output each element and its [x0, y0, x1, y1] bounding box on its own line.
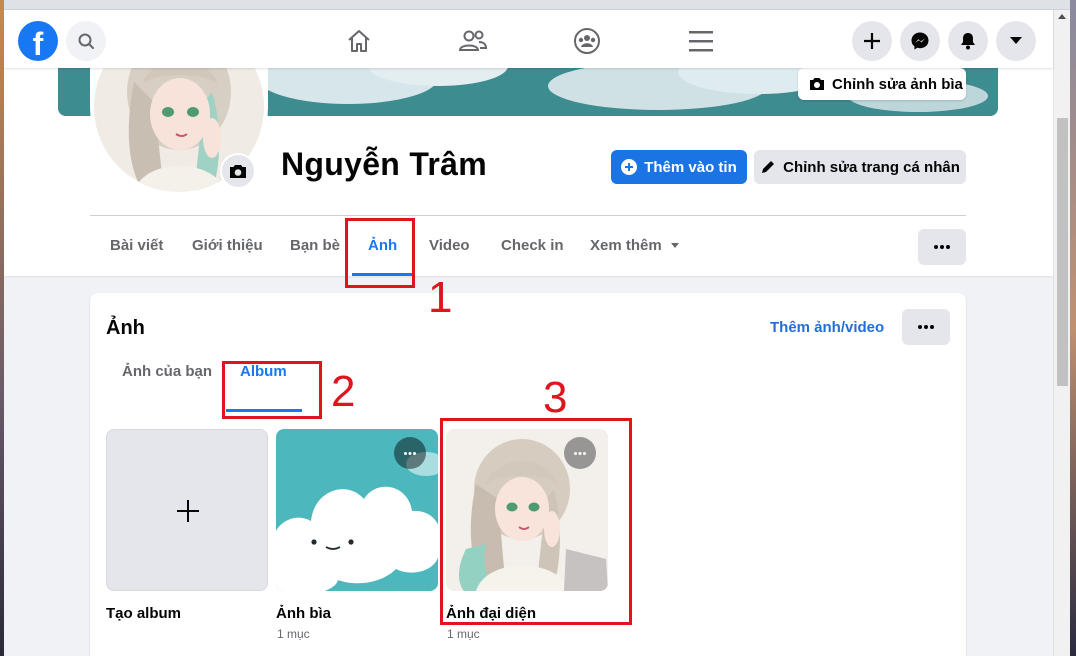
desktop-edge-right — [1070, 0, 1076, 656]
photos-more-button[interactable] — [902, 309, 950, 345]
tab-more[interactable]: Xem thêm — [574, 216, 696, 276]
annotation-number-step3: 3 — [543, 373, 568, 422]
tab-video[interactable]: Video — [413, 216, 486, 276]
home-icon — [348, 30, 370, 52]
plus-icon — [864, 33, 880, 49]
add-to-story-button[interactable]: Thêm vào tin — [611, 150, 747, 184]
vertical-scrollbar[interactable] — [1053, 10, 1070, 656]
camera-icon — [230, 165, 246, 178]
edit-cover-label: Chỉnh sửa ảnh bìa — [832, 75, 963, 93]
add-photos-link[interactable]: Thêm ảnh/video — [770, 319, 884, 336]
scroll-up-arrow-icon[interactable] — [1058, 14, 1066, 19]
edit-profile-label: Chỉnh sửa trang cá nhân — [783, 158, 960, 176]
friends-icon — [458, 30, 488, 51]
account-menu-button[interactable] — [996, 21, 1036, 61]
annotation-number-step1: 1 — [428, 273, 453, 322]
tab-about[interactable]: Giới thiệu — [176, 216, 279, 276]
annotation-box-step3 — [440, 418, 632, 625]
nav-friends[interactable] — [443, 21, 503, 61]
album-label[interactable]: Tạo album — [106, 605, 181, 622]
add-to-story-label: Thêm vào tin — [644, 158, 737, 176]
logo-letter: f — [32, 26, 44, 61]
create-album-tile[interactable] — [106, 429, 268, 591]
menu-icon — [689, 31, 713, 52]
caret-down-icon — [1010, 37, 1022, 44]
more-dots-icon — [404, 451, 416, 455]
top-navigation-bar: f — [4, 10, 1053, 68]
search-icon — [78, 33, 94, 49]
tab-checkin[interactable]: Check in — [485, 216, 580, 276]
annotation-box-step2 — [222, 361, 322, 419]
album-count: 1 mục — [447, 627, 480, 641]
nav-groups[interactable] — [557, 21, 617, 61]
nav-center-icons — [329, 21, 729, 61]
profile-header: Chỉnh sửa ảnh bìa Nguyễn Trâm Thêm vào t… — [4, 54, 1053, 276]
plus-icon — [177, 500, 199, 522]
pencil-icon — [762, 161, 775, 173]
nav-menu[interactable] — [671, 21, 731, 61]
profile-name: Nguyễn Trâm — [281, 146, 488, 182]
profile-more-button[interactable] — [918, 229, 966, 265]
album-options-button[interactable] — [394, 437, 426, 469]
bell-icon — [961, 33, 975, 50]
annotation-box-step1 — [345, 218, 415, 288]
tab-more-label: Xem thêm — [590, 237, 662, 254]
edit-profile-button[interactable]: Chỉnh sửa trang cá nhân — [754, 150, 966, 184]
create-button[interactable] — [852, 21, 892, 61]
tab-friends[interactable]: Bạn bè — [274, 216, 356, 276]
album-count: 1 mục — [277, 627, 310, 641]
notifications-button[interactable] — [948, 21, 988, 61]
search-button[interactable] — [66, 21, 106, 61]
annotation-number-step2: 2 — [331, 367, 356, 416]
browser-window: f Chỉnh sửa ảnh bìa Nguyễn Trâm Thêm vào… — [4, 0, 1070, 656]
messenger-icon — [911, 32, 929, 50]
caret-down-icon — [670, 243, 679, 248]
browser-toolbar-edge — [4, 0, 1070, 10]
edit-cover-button[interactable]: Chỉnh sửa ảnh bìa — [798, 68, 966, 100]
nav-home[interactable] — [329, 21, 389, 61]
album-label[interactable]: Ảnh bìa — [276, 605, 331, 622]
profile-tabs: Bài viết Giới thiệu Bạn bè Ảnh Video Che… — [90, 216, 966, 276]
photos-title: Ảnh — [106, 317, 145, 339]
camera-icon — [810, 78, 824, 90]
scrollbar-thumb[interactable] — [1057, 118, 1068, 386]
facebook-logo-icon[interactable]: f — [18, 21, 58, 61]
messenger-button[interactable] — [900, 21, 940, 61]
plus-circle-icon — [621, 159, 638, 175]
tab-posts[interactable]: Bài viết — [94, 216, 179, 276]
groups-icon — [574, 28, 600, 54]
subtab-your-photos[interactable]: Ảnh của bạn — [122, 363, 212, 380]
more-dots-icon — [918, 325, 934, 329]
more-dots-icon — [934, 245, 950, 249]
change-avatar-button[interactable] — [220, 153, 256, 189]
